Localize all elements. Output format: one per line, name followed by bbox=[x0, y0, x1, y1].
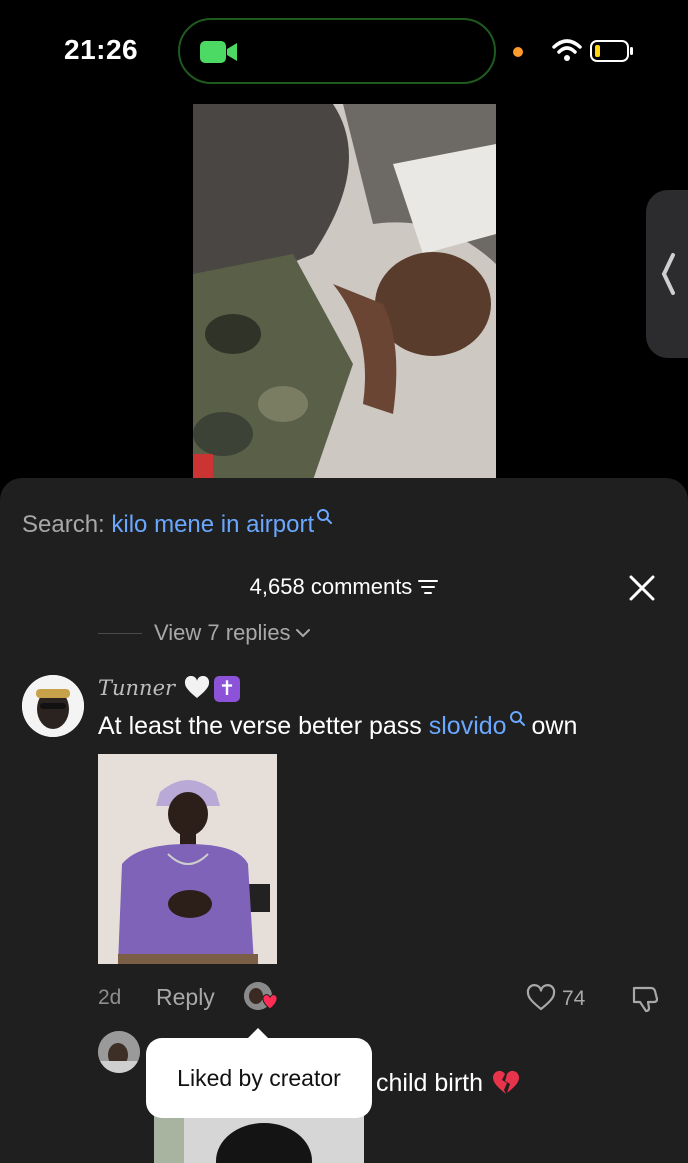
battery-icon bbox=[590, 40, 633, 62]
dynamic-island[interactable] bbox=[178, 18, 496, 84]
avatar-image bbox=[22, 675, 84, 737]
search-icon bbox=[317, 509, 333, 524]
comment-text: At least the verse better pass slovido o… bbox=[98, 710, 577, 741]
dislike-icon[interactable] bbox=[630, 984, 660, 1014]
heart-outline-icon[interactable] bbox=[526, 984, 556, 1012]
avatar[interactable] bbox=[98, 1031, 140, 1073]
wifi-icon bbox=[552, 39, 582, 61]
side-panel-toggle[interactable] bbox=[646, 190, 688, 358]
broken-heart-icon bbox=[493, 1070, 519, 1094]
liked-by-creator-tooltip: Liked by creator bbox=[146, 1028, 372, 1118]
comment-timestamp: 2d bbox=[98, 986, 122, 1009]
view-replies-label: View 7 replies bbox=[154, 620, 291, 645]
close-icon[interactable] bbox=[628, 574, 656, 602]
mention-link[interactable]: slovido bbox=[429, 712, 507, 740]
sort-filter-icon[interactable] bbox=[418, 579, 439, 595]
comment-text: child birth bbox=[376, 1068, 521, 1098]
liked-by-creator-heart-icon bbox=[262, 994, 278, 1010]
comment-count: 4,658 comments bbox=[249, 574, 413, 599]
search-suggestion[interactable]: Search: kilo mene in airport bbox=[22, 508, 333, 539]
comment-image-content bbox=[154, 1116, 364, 1163]
comment-image[interactable] bbox=[98, 754, 277, 964]
replies-divider bbox=[98, 632, 142, 634]
search-label: Search: bbox=[22, 511, 112, 538]
avatar[interactable] bbox=[22, 675, 84, 737]
video-frame-image bbox=[193, 104, 496, 480]
status-time: 21:26 bbox=[64, 34, 139, 65]
chevron-down-icon bbox=[295, 629, 310, 638]
search-icon bbox=[509, 711, 525, 726]
search-query-link[interactable]: kilo mene in airport bbox=[111, 511, 314, 538]
comment-image-content bbox=[98, 754, 277, 964]
comment-text-start: At least the verse better pass bbox=[98, 712, 429, 740]
comment-text-body: child birth bbox=[376, 1069, 483, 1097]
chevron-left-icon bbox=[661, 253, 675, 295]
tooltip-arrow bbox=[246, 1028, 270, 1040]
privacy-indicator-dot bbox=[513, 47, 523, 57]
comment-text-end: own bbox=[524, 712, 578, 740]
white-heart-icon bbox=[184, 676, 210, 698]
avatar-image bbox=[98, 1031, 140, 1073]
comments-header: 4,658 comments bbox=[0, 574, 688, 600]
tooltip-text: Liked by creator bbox=[177, 1064, 341, 1091]
facetime-camera-icon bbox=[200, 41, 237, 63]
like-count: 74 bbox=[562, 987, 586, 1010]
view-replies-button[interactable]: View 7 replies bbox=[98, 618, 310, 648]
comment-meta-row: 2d Reply 74 bbox=[98, 982, 668, 1014]
comments-panel: Search: kilo mene in airport 4,658 comme… bbox=[0, 478, 688, 1163]
latin-cross-badge: ✝ bbox=[214, 676, 240, 702]
comment-username[interactable]: Tunner bbox=[98, 676, 175, 700]
comment-image[interactable] bbox=[154, 1116, 364, 1163]
video-player[interactable] bbox=[193, 104, 496, 480]
reply-button[interactable]: Reply bbox=[156, 984, 215, 1011]
